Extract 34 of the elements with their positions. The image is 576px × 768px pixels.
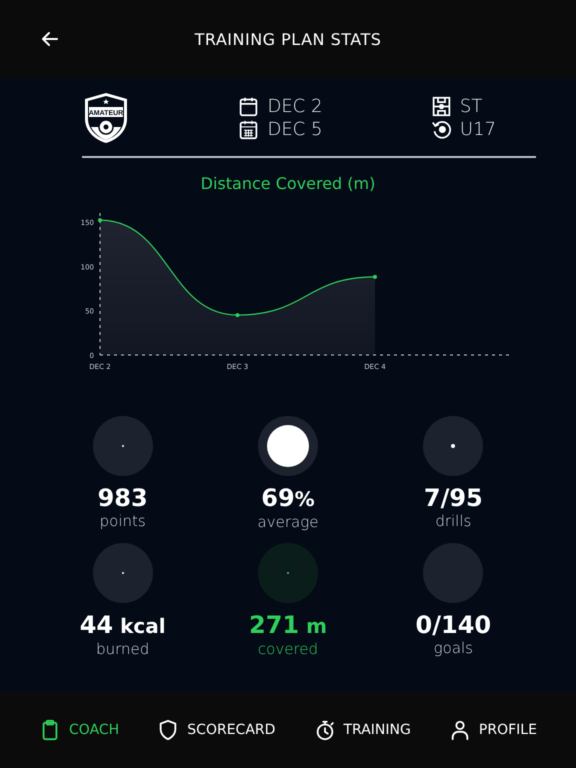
nav-tab[interactable]: TRAINING [310,715,415,745]
stat-value: 0/140 [416,611,492,639]
position: ST [460,96,482,117]
data-point [373,274,377,279]
end-date: DEC 5 [267,119,322,140]
stat-label: average [258,513,318,531]
stat-value: 983 [98,484,148,512]
stat-value: 69% [261,484,315,513]
stat-value: 7/95 [424,484,483,512]
stat-label: burned [96,640,150,658]
shield-badge-icon [82,92,130,144]
nav-tab[interactable]: COACH [35,715,124,745]
calendar-icon [238,96,260,117]
page-title: TRAINING PLAN STATS [194,30,382,48]
age-group: U17 [460,119,496,140]
calendar-grid-icon [238,119,260,140]
chart-title: Distance Covered (m) [200,174,376,193]
stat-value: 44 kcal [80,611,166,640]
field-icon [430,96,452,117]
stat-label: goals [434,639,473,657]
start-date: DEC 2 [267,96,322,117]
shield-icon [157,719,180,741]
back-arrow-icon[interactable] [40,29,60,49]
data-point [98,218,102,222]
age-reset-icon [430,119,452,140]
stat-value: 271 m [249,611,327,640]
progress-dot [451,444,456,448]
stat-label: drills [435,512,472,530]
stat-label: points [100,512,146,530]
progress-dot [266,425,309,467]
nav-tab[interactable]: SCORECARD [153,715,280,745]
nav-tab[interactable]: PROFILE [444,715,541,745]
data-point [236,313,240,318]
stat-label: covered [258,640,318,658]
